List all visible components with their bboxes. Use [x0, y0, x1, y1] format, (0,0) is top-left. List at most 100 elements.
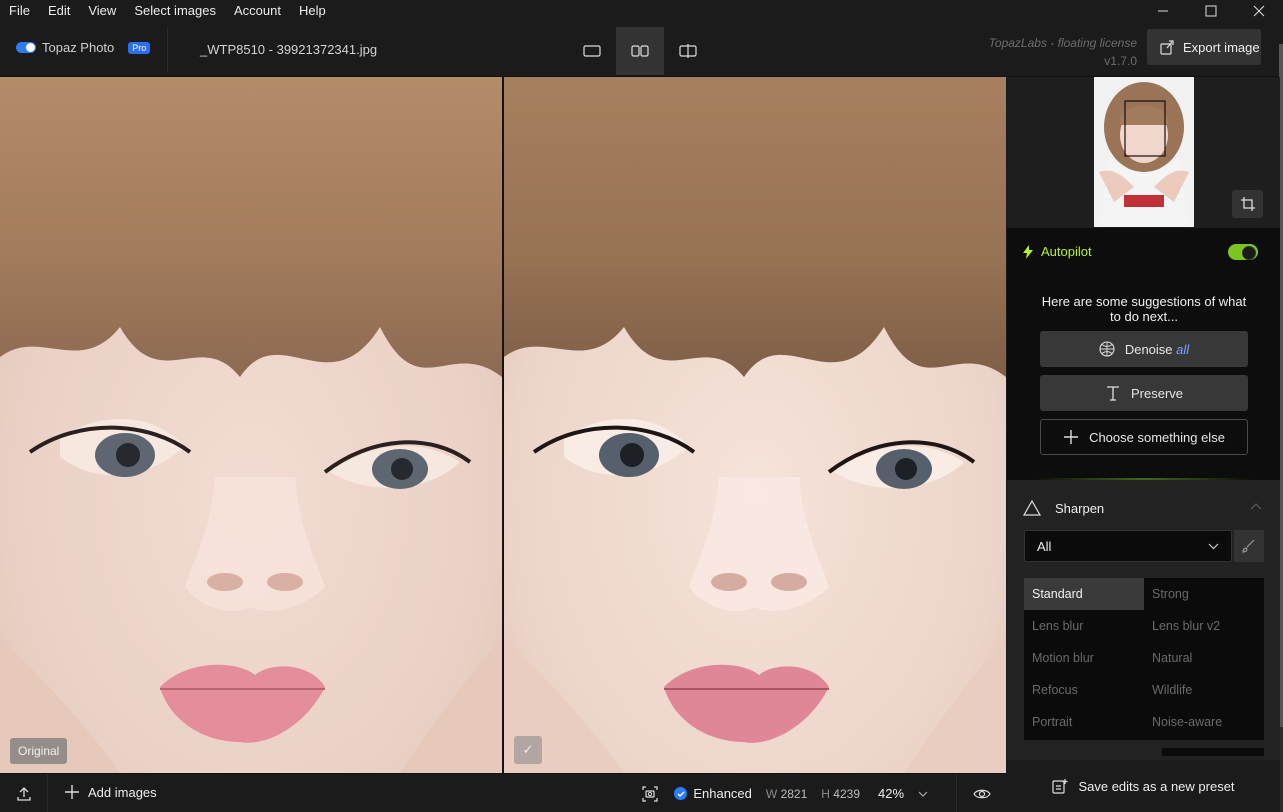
sharpen-model-grid: Standard Strong Lens blur Lens blur v2 M…: [1024, 578, 1264, 740]
save-preset-icon: [1052, 779, 1068, 794]
snapshot-button[interactable]: [630, 785, 670, 802]
pro-badge: Pro: [128, 41, 151, 54]
crop-button[interactable]: [1232, 190, 1263, 218]
autopilot-header: Autopilot: [1023, 244, 1092, 259]
original-photo: [0, 77, 502, 773]
sharpen-slider-tab: [1162, 748, 1264, 756]
preview-toggle-button[interactable]: [956, 774, 1006, 812]
preserve-suggestion-button[interactable]: Preserve: [1040, 375, 1248, 411]
enhanced-check-tag: ✓: [514, 736, 542, 764]
menu-bar: File Edit View Select images Account Hel…: [0, 0, 1283, 22]
minimize-button[interactable]: [1139, 0, 1187, 22]
chevron-down-icon: [1208, 543, 1219, 549]
model-portrait[interactable]: Portrait: [1024, 706, 1144, 738]
denoise-suggestion-button[interactable]: Denoise all: [1040, 331, 1248, 367]
model-wildlife[interactable]: Wildlife: [1144, 674, 1264, 706]
model-motion-blur[interactable]: Motion blur: [1024, 642, 1144, 674]
maximize-icon: [1205, 5, 1217, 17]
choose-something-else-label: Choose something else: [1089, 429, 1225, 445]
chevron-up-icon[interactable]: [1250, 502, 1262, 510]
camera-icon: [642, 785, 658, 802]
model-natural[interactable]: Natural: [1144, 642, 1264, 674]
save-preset-label: Save edits as a new preset: [1078, 778, 1235, 794]
view-mode-group: [568, 27, 712, 75]
text-icon: [1106, 386, 1119, 401]
upload-icon: [16, 786, 31, 801]
add-images-label: Add images: [88, 784, 157, 800]
navigator: [1007, 77, 1280, 227]
menu-file[interactable]: File: [0, 0, 39, 22]
close-button[interactable]: [1235, 0, 1283, 22]
navigator-thumbnail[interactable]: [1094, 77, 1194, 227]
app-header: Topaz Photo Pro _WTP8510 - 39921372341.j…: [0, 22, 1283, 92]
autopilot-title: Autopilot: [1041, 244, 1092, 259]
split-view-icon: [679, 44, 697, 58]
status-label: Enhanced: [693, 786, 752, 801]
model-standard[interactable]: Standard: [1024, 578, 1144, 610]
crop-icon: [1240, 197, 1255, 211]
minimize-icon: [1158, 10, 1168, 12]
model-lens-blur[interactable]: Lens blur: [1024, 610, 1144, 642]
chevron-down-icon: [918, 791, 928, 797]
brush-icon: [1242, 539, 1255, 553]
side-by-side-view-button[interactable]: [616, 27, 664, 75]
plus-icon: [1064, 430, 1079, 444]
license-info: TopazLabs - floating license v1.7.0: [989, 34, 1137, 70]
autopilot-suggestion-text: Here are some suggestions of what to do …: [1041, 294, 1247, 324]
upload-button[interactable]: [0, 774, 48, 812]
choose-something-else-button[interactable]: Choose something else: [1040, 419, 1248, 455]
enhanced-status: Enhanced W 2821 H 4239: [674, 786, 860, 801]
side-by-side-icon: [631, 45, 649, 57]
autopilot-toggle[interactable]: [1228, 244, 1258, 260]
width-label: W: [765, 786, 778, 801]
enhanced-photo: [504, 77, 1006, 773]
add-images-button[interactable]: Add images: [64, 784, 157, 800]
export-label: Export image: [1183, 39, 1260, 55]
subject-value: All: [1037, 538, 1052, 554]
license-label: TopazLabs - floating license: [988, 36, 1137, 50]
menu-edit[interactable]: Edit: [39, 0, 79, 22]
menu-view[interactable]: View: [79, 0, 125, 22]
status-area: Enhanced W 2821 H 4239 42%: [630, 774, 1006, 812]
sharpen-header[interactable]: Sharpen: [1023, 500, 1104, 516]
original-image-panel[interactable]: Original: [0, 77, 502, 773]
height-readout: H 4239: [821, 787, 860, 801]
thumbnail-image: [1094, 77, 1194, 227]
model-noise-aware[interactable]: Noise-aware: [1144, 706, 1264, 738]
denoise-icon: [1099, 341, 1115, 357]
model-lens-blur-v2[interactable]: Lens blur v2: [1144, 610, 1264, 642]
menu-account[interactable]: Account: [225, 0, 290, 22]
maximize-button[interactable]: [1187, 0, 1235, 22]
check-circle-icon: [674, 787, 688, 800]
header-divider: [167, 28, 168, 72]
height-label: H: [821, 786, 830, 801]
brand-name: Topaz Photo: [42, 40, 115, 55]
menu-help[interactable]: Help: [290, 0, 335, 22]
zoom-select[interactable]: 42%: [878, 786, 948, 801]
single-view-button[interactable]: [568, 27, 616, 75]
version-label: v1.7.0: [1104, 54, 1137, 68]
lightning-icon: [1023, 244, 1033, 259]
autopilot-panel: Autopilot Here are some suggestions of w…: [1007, 228, 1280, 480]
topaz-logo-icon: [16, 42, 36, 53]
enhanced-image-panel[interactable]: ✓: [504, 77, 1006, 773]
export-icon: [1160, 40, 1174, 55]
close-icon: [1253, 5, 1265, 17]
eye-icon: [972, 789, 991, 798]
model-refocus[interactable]: Refocus: [1024, 674, 1144, 706]
menu-select-images[interactable]: Select images: [125, 0, 225, 22]
right-sidebar: Autopilot Here are some suggestions of w…: [1007, 77, 1280, 812]
width-readout: W 2821: [766, 787, 807, 801]
save-preset-button[interactable]: Save edits as a new preset: [1007, 760, 1280, 812]
model-strong[interactable]: Strong: [1144, 578, 1264, 610]
brush-button[interactable]: [1234, 530, 1264, 562]
bottom-bar: Add images Enhanced W 2821 H 4239 42%: [0, 773, 1006, 812]
brand: Topaz Photo Pro: [16, 40, 151, 55]
export-image-button[interactable]: Export image: [1147, 29, 1261, 65]
original-tag: Original: [10, 738, 68, 764]
zoom-value: 42%: [878, 786, 905, 801]
plus-icon: [65, 785, 79, 799]
subject-select[interactable]: All: [1024, 530, 1232, 562]
triangle-icon: [1023, 500, 1041, 516]
split-view-button[interactable]: [664, 27, 712, 75]
